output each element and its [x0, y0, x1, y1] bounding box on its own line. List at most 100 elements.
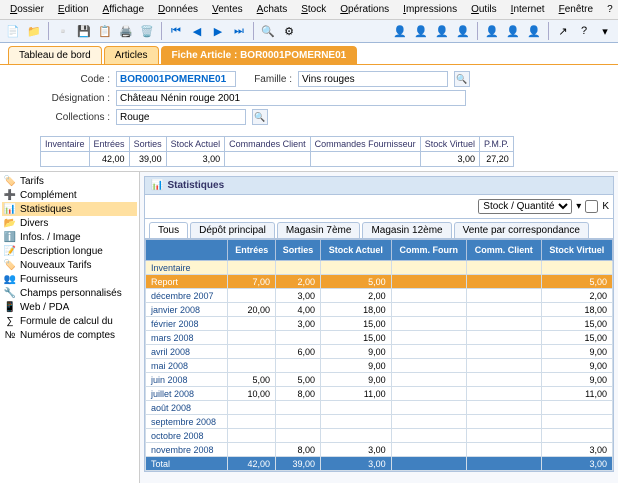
subtab[interactable]: Magasin 12ème — [362, 222, 451, 238]
search-icon[interactable]: 🔍 — [259, 22, 277, 40]
grid-row[interactable]: juin 20085,005,009,009,00 — [146, 373, 613, 387]
sidebar-item-num-ros-de-comptes[interactable]: №Numéros de comptes — [2, 328, 137, 342]
grid-row[interactable]: mai 20089,009,00 — [146, 359, 613, 373]
grid-row[interactable]: avril 20086,009,009,00 — [146, 345, 613, 359]
sidebar-item-tarifs[interactable]: 🏷️Tarifs — [2, 174, 137, 188]
sidebar-item-description-longue[interactable]: 📝Description longue — [2, 244, 137, 258]
grid-row[interactable]: janvier 200820,004,0018,0018,00 — [146, 303, 613, 317]
grid-cell — [466, 289, 541, 303]
grid-cell: 9,00 — [541, 373, 612, 387]
prev-icon[interactable]: ◀ — [188, 22, 206, 40]
user6-icon[interactable]: 👤 — [504, 22, 522, 40]
grid-row[interactable]: novembre 20088,003,003,00 — [146, 443, 613, 457]
menu-fenêtre[interactable]: Fenêtre — [553, 2, 599, 17]
grid-cell — [466, 457, 541, 471]
menu-dossier[interactable]: Dossier — [4, 2, 50, 17]
menu-edition[interactable]: Edition — [52, 2, 95, 17]
delete-icon[interactable]: 🗑️ — [138, 22, 156, 40]
last-icon[interactable]: ⏭ — [230, 22, 248, 40]
view-select[interactable]: Stock / Quantité — [478, 199, 572, 214]
grid-cell: 9,00 — [321, 359, 392, 373]
grid-row[interactable]: août 2008 — [146, 401, 613, 415]
form-area: Code : Famille : 🔍 Désignation : Collect… — [0, 65, 618, 132]
grid-cell: 4,00 — [276, 303, 321, 317]
new-record-icon[interactable]: 📄 — [4, 22, 22, 40]
first-icon[interactable]: ⏮ — [167, 22, 185, 40]
subtab[interactable]: Tous — [149, 222, 188, 238]
sidebar-item-fournisseurs[interactable]: 👥Fournisseurs — [2, 272, 137, 286]
subtab[interactable]: Vente par correspondance — [454, 222, 589, 238]
tab-articles[interactable]: Articles — [104, 46, 159, 64]
next-icon[interactable]: ▶ — [209, 22, 227, 40]
sidebar-item-web-pda[interactable]: 📱Web / PDA — [2, 300, 137, 314]
grid-row[interactable]: octobre 2008 — [146, 429, 613, 443]
user3-icon[interactable]: 👤 — [433, 22, 451, 40]
menu-données[interactable]: Données — [152, 2, 204, 17]
menu-affichage[interactable]: Affichage — [97, 2, 151, 17]
code-input[interactable] — [116, 71, 236, 87]
tab-dashboard[interactable]: Tableau de bord — [8, 46, 102, 64]
grid-row[interactable]: septembre 2008 — [146, 415, 613, 429]
dropdown-icon[interactable]: ▾ — [596, 22, 614, 40]
menu-stock[interactable]: Stock — [295, 2, 332, 17]
sidebar-item-nouveaux-tarifs[interactable]: 🏷️Nouveaux Tarifs — [2, 258, 137, 272]
filter-icon[interactable]: ⚙ — [280, 22, 298, 40]
summary-table: InventaireEntréesSortiesStock ActuelComm… — [40, 136, 598, 167]
sidebar-label: Web / PDA — [20, 302, 69, 313]
menu-ventes[interactable]: Ventes — [206, 2, 249, 17]
famille-lookup-icon[interactable]: 🔍 — [454, 71, 470, 87]
grid-cell: 2,00 — [541, 289, 612, 303]
menu-opérations[interactable]: Opérations — [334, 2, 395, 17]
k-checkbox[interactable] — [585, 200, 598, 213]
new-icon[interactable]: ▫️ — [54, 22, 72, 40]
grid-cell — [391, 373, 466, 387]
menu-?[interactable]: ? — [601, 2, 618, 17]
sidebar-icon: ℹ️ — [4, 231, 16, 243]
grid-row[interactable]: mars 200815,0015,00 — [146, 331, 613, 345]
grid-row[interactable]: Inventaire — [146, 261, 613, 275]
menu-outils[interactable]: Outils — [465, 2, 503, 17]
grid-row[interactable]: février 20083,0015,0015,00 — [146, 317, 613, 331]
sidebar-item-formule-de-calcul-du[interactable]: ∑Formule de calcul du — [2, 314, 137, 328]
user7-icon[interactable]: 👤 — [525, 22, 543, 40]
help-icon[interactable]: ? — [575, 22, 593, 40]
print-icon[interactable]: 🖨️ — [117, 22, 135, 40]
sidebar-icon: 📂 — [4, 217, 16, 229]
grid-row-label: janvier 2008 — [146, 303, 228, 317]
grid-row[interactable]: juillet 200810,008,0011,0011,00 — [146, 387, 613, 401]
summary-cell — [310, 152, 420, 167]
grid-row-label: juillet 2008 — [146, 387, 228, 401]
menu-achats[interactable]: Achats — [251, 2, 294, 17]
user5-icon[interactable]: 👤 — [483, 22, 501, 40]
dropdown-chevron-icon[interactable]: ▾ — [576, 201, 581, 212]
grid-row[interactable]: décembre 20073,002,002,00 — [146, 289, 613, 303]
designation-input[interactable] — [116, 90, 466, 106]
copy-icon[interactable]: 📋 — [96, 22, 114, 40]
famille-input[interactable] — [298, 71, 448, 87]
menu-impressions[interactable]: Impressions — [397, 2, 463, 17]
external-icon[interactable]: ↗ — [554, 22, 572, 40]
user1-icon[interactable]: 👤 — [391, 22, 409, 40]
menu-internet[interactable]: Internet — [505, 2, 551, 17]
save-icon[interactable]: 💾 — [75, 22, 93, 40]
sidebar-item-statistiques[interactable]: 📊Statistiques — [2, 202, 137, 216]
sidebar-item-champs-personnalis-s[interactable]: 🔧Champs personnalisés — [2, 286, 137, 300]
menubar: DossierEditionAffichageDonnéesVentesAcha… — [0, 0, 618, 20]
grid-cell — [228, 289, 276, 303]
collections-lookup-icon[interactable]: 🔍 — [252, 109, 268, 125]
grid-cell: 9,00 — [541, 359, 612, 373]
folder-icon[interactable]: 📁 — [25, 22, 43, 40]
tab-fiche[interactable]: Fiche Article : BOR0001POMERNE01 — [161, 46, 358, 64]
subtab[interactable]: Dépôt principal — [190, 222, 275, 238]
sidebar-item-divers[interactable]: 📂Divers — [2, 216, 137, 230]
grid-row[interactable]: Report7,002,005,005,00 — [146, 275, 613, 289]
user2-icon[interactable]: 👤 — [412, 22, 430, 40]
grid-cell — [391, 331, 466, 345]
sidebar-label: Complément — [20, 190, 77, 201]
sidebar-item-compl-ment[interactable]: ➕Complément — [2, 188, 137, 202]
subtab[interactable]: Magasin 7ème — [277, 222, 361, 238]
user4-icon[interactable]: 👤 — [454, 22, 472, 40]
collections-input[interactable] — [116, 109, 246, 125]
grid-row[interactable]: Total42,0039,003,003,00 — [146, 457, 613, 471]
sidebar-item-infos-image[interactable]: ℹ️Infos. / Image — [2, 230, 137, 244]
